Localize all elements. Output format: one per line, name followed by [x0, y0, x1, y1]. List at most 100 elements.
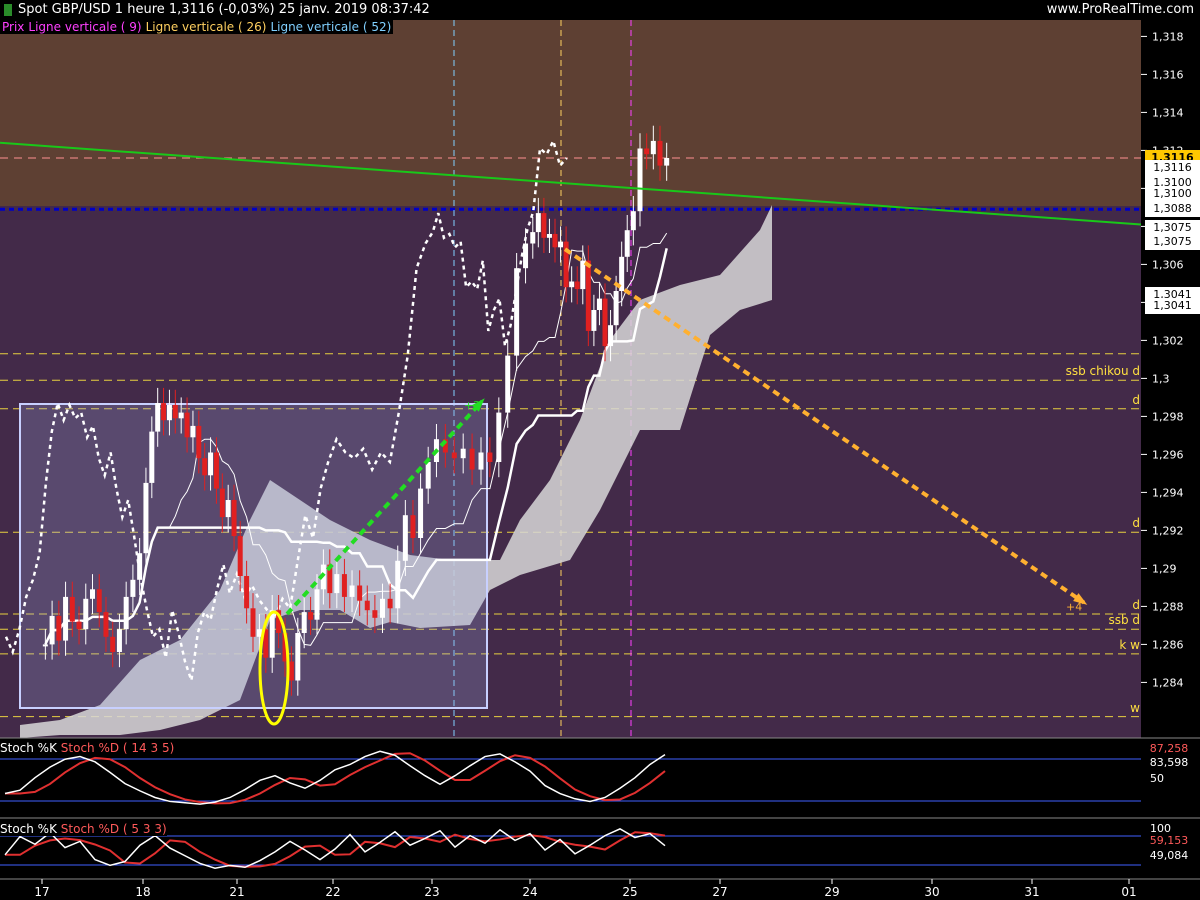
- candle-body: [569, 281, 575, 288]
- candle-body: [637, 148, 643, 212]
- candle-body: [460, 448, 466, 459]
- candle-body: [552, 234, 558, 248]
- level-label: d: [1132, 516, 1140, 531]
- x-tick-label: 30: [924, 885, 939, 899]
- candle-body: [349, 585, 355, 597]
- candle-body: [269, 610, 275, 658]
- y-tick-label: 1,302: [1152, 334, 1184, 347]
- candle-body: [558, 241, 564, 248]
- candle-body: [295, 633, 301, 681]
- y-tick-label: 1,286: [1152, 638, 1184, 651]
- legend-vline-52[interactable]: Ligne verticale ( 52): [268, 20, 394, 34]
- highlight-rectangle: [19, 403, 488, 709]
- candle-body: [657, 140, 663, 166]
- candle-body: [143, 482, 149, 554]
- candle-body: [514, 268, 520, 356]
- stoch2-k-label: Stoch %K: [0, 822, 57, 836]
- time-axis: 17 18 21 22 23 24 25 27 29 30 31 01: [34, 879, 1137, 899]
- y-tick-label: 1,284: [1152, 676, 1184, 689]
- candle-body: [149, 431, 155, 483]
- candle-body: [372, 610, 378, 618]
- candle-body: [83, 598, 89, 630]
- x-tick-label: 29: [824, 885, 839, 899]
- candle-body: [63, 596, 69, 641]
- stoch1-d-label: Stoch %D ( 14 3 5): [60, 741, 175, 755]
- resistance-zone: [0, 20, 1141, 206]
- candle-body: [505, 355, 511, 413]
- stoch2-title: Stoch %K Stoch %D ( 5 3 3): [0, 822, 167, 836]
- stoch2-d-label: Stoch %D ( 5 3 3): [60, 822, 167, 836]
- x-tick-label: 18: [135, 885, 150, 899]
- y-tick-label: 1,294: [1152, 486, 1184, 499]
- candle-body: [172, 405, 178, 419]
- legend-prix[interactable]: Prix: [0, 20, 27, 34]
- stoch2-value-bottom: 49,084: [1143, 849, 1195, 863]
- candle-body: [301, 612, 307, 633]
- candle-body: [130, 579, 136, 597]
- price-label: 1,3041: [1145, 298, 1200, 315]
- y-tick-label: 1,3: [1152, 372, 1170, 385]
- stoch1-value-top: 87,258: [1143, 742, 1195, 756]
- candle-body: [116, 629, 122, 652]
- candle-body: [410, 515, 416, 538]
- stoch1-value-bottom: 83,598: [1143, 756, 1195, 770]
- candle-body: [387, 598, 393, 609]
- candle-body: [541, 213, 547, 238]
- candle-body: [596, 298, 602, 310]
- price-label: 1,3075: [1145, 233, 1200, 250]
- candle-body: [469, 448, 475, 470]
- indicator-legend: Prix Ligne verticale ( 9) Ligne verticale …: [0, 20, 394, 36]
- level-label: d: [1132, 392, 1140, 407]
- x-tick-label: 22: [325, 885, 340, 899]
- chart-header: Spot GBP/USD 1 heure 1,3116 (-0,03%) 25 …: [0, 0, 1200, 20]
- level-label: ssb d: [1108, 613, 1140, 628]
- orange-arrow-label: +4: [1066, 601, 1082, 614]
- candle-body: [341, 574, 347, 597]
- candle-body: [630, 211, 636, 231]
- candle-body: [487, 452, 493, 462]
- candle-body: [96, 589, 102, 613]
- legend-vline-9[interactable]: Ligne verticale ( 9): [26, 20, 144, 34]
- price-label: 1,3116: [1145, 159, 1200, 176]
- x-tick-label: 27: [712, 885, 727, 899]
- candle-body: [425, 462, 431, 489]
- candle-body: [530, 232, 536, 244]
- x-tick-label: 25: [622, 885, 637, 899]
- candle-body: [308, 612, 314, 620]
- candle-body: [166, 405, 172, 421]
- y-tick-label: 1,288: [1152, 600, 1184, 613]
- stoch2-value-top: 59,153: [1143, 834, 1195, 848]
- candle-body: [314, 589, 320, 620]
- candle-body: [535, 213, 541, 233]
- candle-body: [213, 452, 219, 489]
- candle-body: [178, 412, 184, 419]
- y-tick-label: 1,306: [1152, 258, 1184, 271]
- candle-body: [402, 515, 408, 561]
- x-tick-label: 21: [229, 885, 244, 899]
- candle-body: [184, 412, 190, 438]
- x-tick-label: 24: [522, 885, 537, 899]
- candle-body: [190, 425, 196, 438]
- candle-body: [585, 260, 591, 331]
- candle-body: [357, 585, 363, 601]
- candle-body: [664, 158, 670, 166]
- legend-vline-26[interactable]: Ligne verticale ( 26): [143, 20, 269, 34]
- y-tick-label: 1,292: [1152, 524, 1184, 537]
- candle-body: [90, 589, 95, 599]
- stoch1-tick: 50: [1150, 772, 1164, 785]
- candle-body: [613, 291, 619, 326]
- candle-body: [123, 596, 129, 630]
- candle-body: [69, 596, 75, 622]
- candle-body: [244, 576, 250, 609]
- candle-body: [451, 452, 457, 459]
- price-label: 1,3088: [1145, 201, 1200, 218]
- chart-title: Spot GBP/USD 1 heure 1,3116 (-0,03%) 25 …: [18, 2, 430, 17]
- level-label: ssb chikou d: [1065, 364, 1140, 379]
- level-label: d: [1132, 598, 1140, 612]
- candle-body: [161, 403, 167, 421]
- candle-body: [418, 488, 424, 538]
- candle-body: [42, 644, 48, 647]
- candle-body: [137, 553, 143, 580]
- site-link[interactable]: www.ProRealTime.com: [1047, 2, 1194, 17]
- candle-body: [395, 560, 401, 609]
